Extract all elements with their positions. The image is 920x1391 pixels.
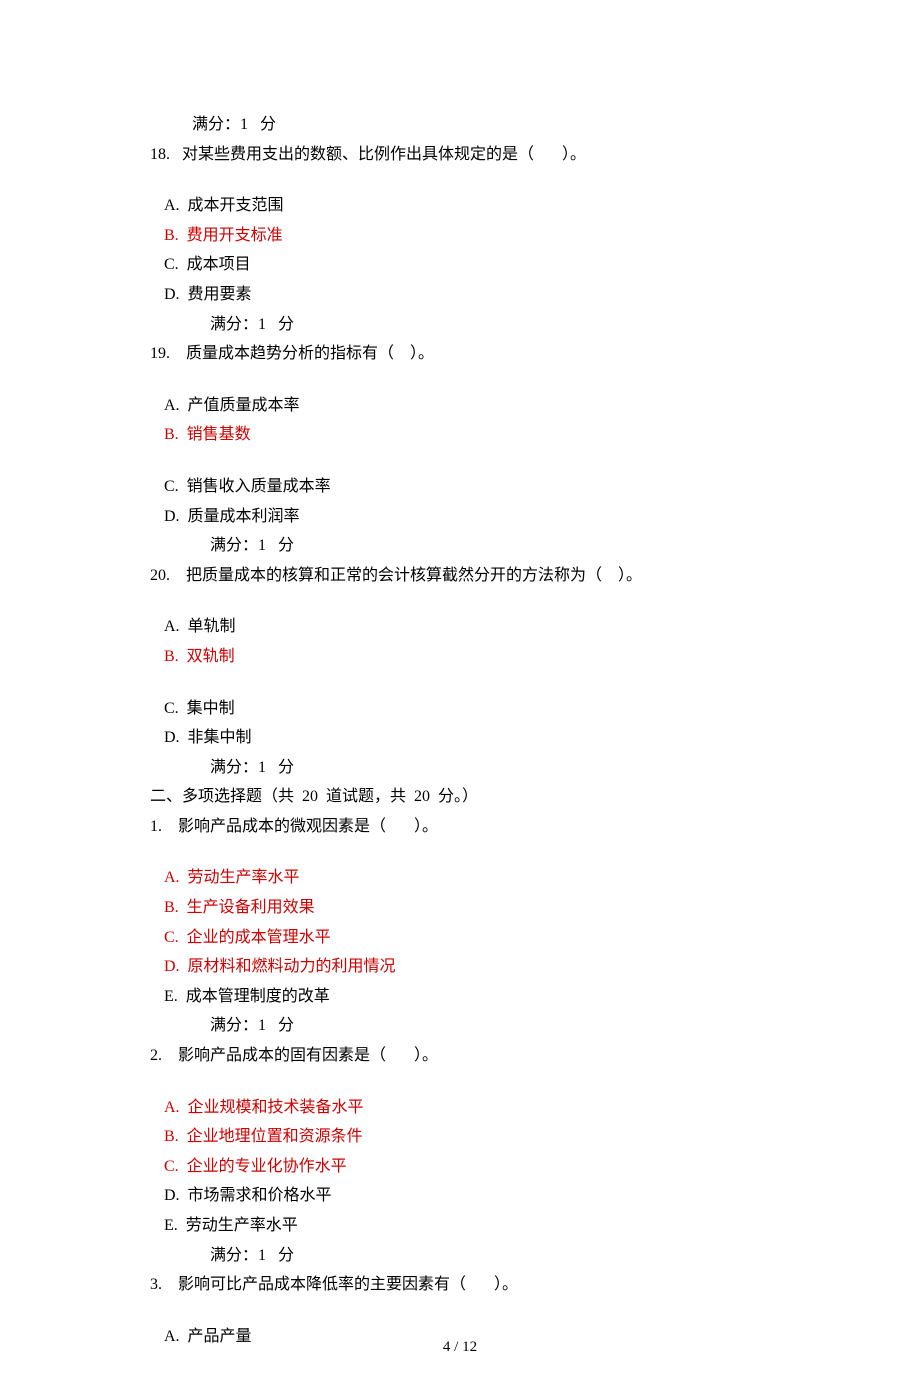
question-18-option-b: B. 费用开支标准 (150, 221, 770, 251)
multi-1-option-a: A. 劳动生产率水平 (150, 863, 770, 893)
multi-1-option-d: D. 原材料和燃料动力的利用情况 (150, 952, 770, 982)
question-19-option-d: D. 质量成本利润率 (150, 502, 770, 532)
question-20-option-a: A. 单轨制 (150, 612, 770, 642)
question-18-stem: 18. 对某些费用支出的数额、比例作出具体规定的是（ ）。 (150, 140, 770, 170)
multi-1-option-c: C. 企业的成本管理水平 (150, 923, 770, 953)
multi-2-option-b: B. 企业地理位置和资源条件 (150, 1122, 770, 1152)
multi-2-option-a: A. 企业规模和技术装备水平 (150, 1093, 770, 1123)
question-19-stem: 19. 质量成本趋势分析的指标有（ ）。 (150, 339, 770, 369)
score-line: 满分：1 分 (150, 110, 770, 140)
question-19-option-a: A. 产值质量成本率 (150, 391, 770, 421)
multi-1-option-b: B. 生产设备利用效果 (150, 893, 770, 923)
blank-line (150, 590, 770, 612)
document-page: 满分：1 分 18. 对某些费用支出的数额、比例作出具体规定的是（ ）。 A. … (0, 0, 920, 1391)
blank-line (150, 450, 770, 472)
multi-2-score: 满分：1 分 (150, 1241, 770, 1271)
question-19-option-c: C. 销售收入质量成本率 (150, 472, 770, 502)
multi-1-option-e: E. 成本管理制度的改革 (150, 982, 770, 1012)
blank-line (150, 1300, 770, 1322)
multi-1-score: 满分：1 分 (150, 1011, 770, 1041)
page-footer: 4 / 12 (0, 1334, 920, 1362)
question-19-option-b: B. 销售基数 (150, 420, 770, 450)
question-20-option-b: B. 双轨制 (150, 642, 770, 672)
multi-3-stem: 3. 影响可比产品成本降低率的主要因素有（ ）。 (150, 1270, 770, 1300)
blank-line (150, 369, 770, 391)
multi-2-option-d: D. 市场需求和价格水平 (150, 1181, 770, 1211)
question-20-stem: 20. 把质量成本的核算和正常的会计核算截然分开的方法称为（ ）。 (150, 561, 770, 591)
question-18-score: 满分：1 分 (150, 310, 770, 340)
question-20-option-c: C. 集中制 (150, 694, 770, 724)
multi-1-stem: 1. 影响产品成本的微观因素是（ ）。 (150, 812, 770, 842)
blank-line (150, 1071, 770, 1093)
blank-line (150, 169, 770, 191)
multi-2-stem: 2. 影响产品成本的固有因素是（ ）。 (150, 1041, 770, 1071)
question-19-score: 满分：1 分 (150, 531, 770, 561)
question-18-option-a: A. 成本开支范围 (150, 191, 770, 221)
multi-2-option-c: C. 企业的专业化协作水平 (150, 1152, 770, 1182)
blank-line (150, 672, 770, 694)
blank-line (150, 841, 770, 863)
section-2-heading: 二、多项选择题（共 20 道试题，共 20 分。） (150, 782, 770, 812)
question-18-option-c: C. 成本项目 (150, 250, 770, 280)
question-20-score: 满分：1 分 (150, 753, 770, 783)
multi-2-option-e: E. 劳动生产率水平 (150, 1211, 770, 1241)
question-18-option-d: D. 费用要素 (150, 280, 770, 310)
question-20-option-d: D. 非集中制 (150, 723, 770, 753)
